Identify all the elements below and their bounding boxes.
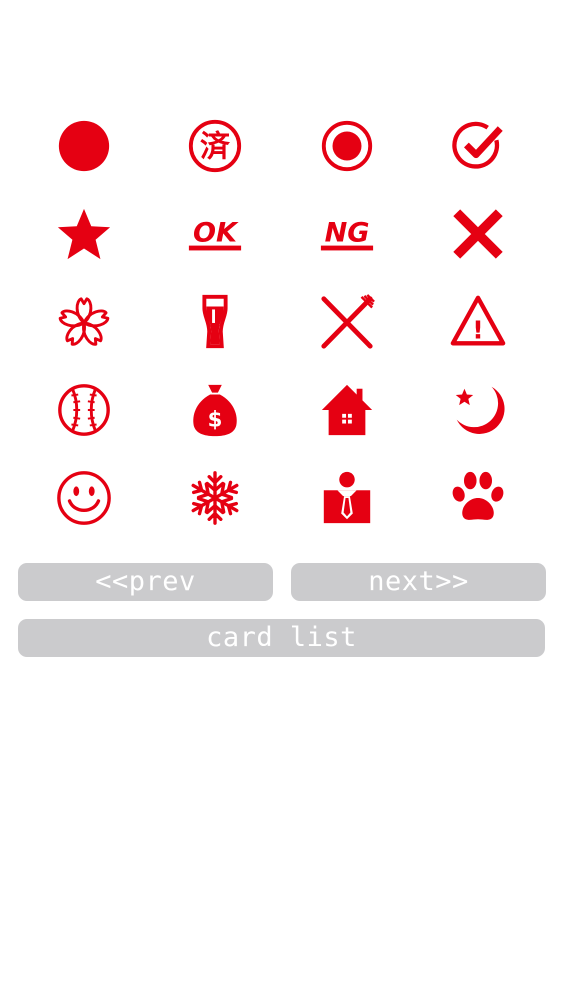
stamp-businessman[interactable] — [281, 454, 413, 542]
stamp-beer[interactable] — [150, 278, 282, 366]
card-list-button[interactable]: card list — [18, 619, 545, 657]
businessman-icon — [323, 471, 370, 524]
stamp-sumi[interactable]: 済 — [150, 102, 282, 190]
check-circle-icon — [452, 121, 503, 169]
stamp-check[interactable] — [413, 102, 545, 190]
ng-icon: NG — [320, 218, 373, 251]
stamp-smiley[interactable] — [18, 454, 150, 542]
fork-knife-icon — [321, 294, 375, 349]
warning-icon: ! — [450, 295, 506, 346]
sakura-icon — [58, 297, 110, 346]
stamp-ok[interactable]: OK — [150, 190, 282, 278]
money-bag-symbol: $ — [208, 407, 223, 432]
prev-button[interactable]: <<prev — [18, 563, 273, 601]
ok-text: OK — [193, 218, 239, 249]
ok-icon: OK — [189, 218, 242, 251]
stamp-double-circle[interactable] — [281, 102, 413, 190]
stamp-fork-knife[interactable] — [281, 278, 413, 366]
cross-icon — [453, 209, 503, 259]
paw-icon — [452, 471, 504, 520]
stamp-baseball[interactable] — [18, 366, 150, 454]
stamp-ng[interactable]: NG — [281, 190, 413, 278]
stamp-paw[interactable] — [413, 454, 545, 542]
beer-glass-icon — [202, 294, 228, 349]
double-circle-icon — [321, 120, 372, 172]
sumi-kanji-text: 済 — [200, 130, 231, 165]
house-icon — [321, 384, 372, 436]
next-button[interactable]: next>> — [291, 563, 546, 601]
moon-star-icon — [456, 386, 505, 434]
star-icon — [57, 208, 110, 260]
stamp-sakura[interactable] — [18, 278, 150, 366]
stamp-house[interactable] — [281, 366, 413, 454]
stamp-warning[interactable]: ! — [413, 278, 545, 366]
ng-text: NG — [324, 218, 369, 249]
snowflake-icon — [191, 471, 239, 525]
stamp-grid: 済 OK NG ! $ — [0, 102, 563, 542]
stamp-snowflake[interactable] — [150, 454, 282, 542]
filled-circle-icon — [58, 120, 109, 172]
stamp-moon-star[interactable] — [413, 366, 545, 454]
smiley-icon — [56, 471, 111, 525]
stamp-cross[interactable] — [413, 190, 545, 278]
sumi-kanji-icon: 済 — [189, 119, 242, 173]
stamp-money-bag[interactable]: $ — [150, 366, 282, 454]
warning-mark: ! — [473, 315, 484, 344]
stamp-star[interactable] — [18, 190, 150, 278]
money-bag-icon: $ — [193, 384, 237, 437]
baseball-icon — [57, 384, 110, 436]
stamp-filled-circle[interactable] — [18, 102, 150, 190]
